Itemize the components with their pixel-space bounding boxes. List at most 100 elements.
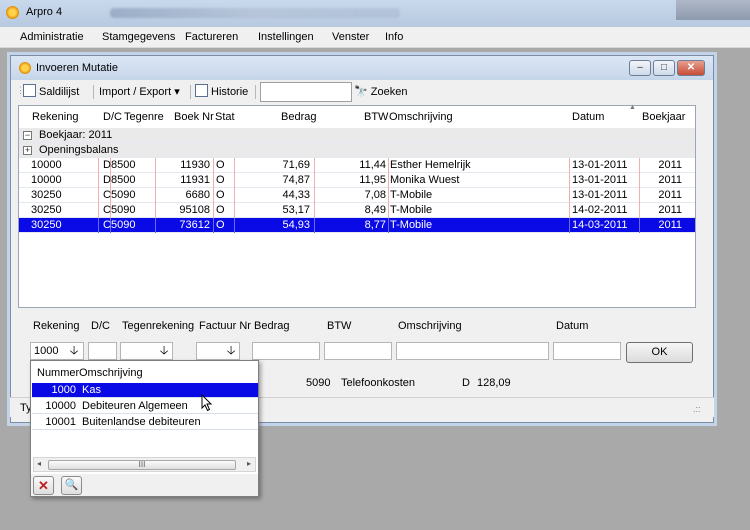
- maximize-button[interactable]: □: [653, 60, 675, 76]
- group-label: Boekjaar: 2011: [39, 129, 113, 141]
- col-bedrag[interactable]: Bedrag: [281, 106, 316, 128]
- menu-venster[interactable]: Venster: [332, 31, 369, 43]
- cell-divider: [98, 173, 99, 188]
- horizontal-scrollbar[interactable]: ◂ III ▸: [33, 457, 256, 472]
- cell-divider: [98, 188, 99, 203]
- cell-btw: 11,44: [359, 159, 386, 171]
- popup-cell-omschrijving: Buitenlandse debiteuren: [82, 416, 201, 428]
- bedrag-field[interactable]: [252, 342, 320, 360]
- cell-btw: 7,08: [364, 189, 386, 201]
- group-row-boekjaar[interactable]: − Boekjaar: 2011: [19, 128, 695, 143]
- info-omschrijving: Telefoonkosten: [341, 377, 415, 389]
- cell-datum: 13-01-2011: [572, 189, 628, 201]
- cell-boeknr: 6680: [185, 189, 210, 201]
- cell-boekjaar: 2011: [658, 189, 682, 201]
- datum-field[interactable]: [553, 342, 621, 360]
- info-dc: D: [462, 377, 470, 389]
- sort-ascending-icon: ▲: [629, 104, 636, 111]
- cell-divider: [314, 203, 315, 218]
- cell-divider: [213, 173, 214, 188]
- saldilijst-button[interactable]: Saldilijst: [23, 83, 79, 101]
- popup-col-nummer[interactable]: Nummer: [37, 367, 79, 379]
- menu-factureren[interactable]: Factureren: [185, 31, 238, 43]
- search-input[interactable]: [260, 82, 352, 102]
- menu-stamgegevens[interactable]: Stamgegevens: [102, 31, 175, 43]
- group-row-openingsbalans[interactable]: + Openingsbalans: [19, 143, 695, 158]
- col-btw[interactable]: BTW: [364, 106, 388, 128]
- expand-icon[interactable]: +: [23, 146, 32, 155]
- mouse-cursor-icon: [201, 394, 213, 412]
- col-tegenre[interactable]: Tegenre: [124, 106, 164, 128]
- historie-button[interactable]: Historie: [195, 83, 248, 101]
- scroll-right-icon[interactable]: ▸: [247, 459, 251, 468]
- popup-button-bar: ✕ 🔍: [31, 474, 258, 496]
- cell-divider: [388, 188, 389, 203]
- cell-divider: [388, 173, 389, 188]
- table-row[interactable]: 10000 D 8500 11930 O 71,69 11,44 Esther Hemelri…: [19, 158, 695, 173]
- table-row[interactable]: 30250 C 5090 95108 O 53,17 8,49 T-Mobile 14-02-2…: [19, 203, 695, 218]
- col-stat[interactable]: Stat: [215, 106, 235, 128]
- cell-divider: [98, 218, 99, 233]
- cell-divider: [234, 218, 235, 233]
- cell-divider: [314, 218, 315, 233]
- ok-button[interactable]: OK: [626, 342, 693, 363]
- factuur-dropdown-icon[interactable]: 🡣: [224, 342, 238, 360]
- col-boekjaar[interactable]: Boekjaar: [642, 106, 685, 128]
- minimize-button[interactable]: –: [629, 60, 651, 76]
- dc-field[interactable]: [88, 342, 117, 360]
- cell-divider: [155, 203, 156, 218]
- resize-grip-icon[interactable]: .::: [693, 404, 701, 414]
- rekening-dropdown-icon[interactable]: 🡣: [67, 342, 81, 360]
- btw-field[interactable]: [324, 342, 392, 360]
- import-export-button[interactable]: Import / Export ▾: [99, 83, 180, 101]
- table-row[interactable]: 10000 D 8500 11931 O 74,87 11,95 Monika Wuest 13…: [19, 173, 695, 188]
- app-caption-buttons[interactable]: [676, 0, 750, 20]
- omschrijving-field[interactable]: [396, 342, 549, 360]
- collapse-icon[interactable]: −: [23, 131, 32, 140]
- cell-stat: O: [216, 159, 225, 171]
- cell-divider: [569, 203, 570, 218]
- table-row[interactable]: 30250 C 5090 6680 O 44,33 7,08 T-Mobile 13-01-20…: [19, 188, 695, 203]
- menu-instellingen[interactable]: Instellingen: [258, 31, 314, 43]
- import-export-label: Import / Export: [99, 86, 172, 98]
- cell-datum: 14-03-2011: [572, 219, 628, 231]
- close-button[interactable]: ✕: [677, 60, 705, 76]
- scrollbar-thumb[interactable]: III: [48, 460, 236, 470]
- popup-list-item[interactable]: 10000 Debiteuren Algemeen: [32, 399, 258, 414]
- binoculars-icon: 🔭: [354, 86, 368, 98]
- cell-divider: [155, 158, 156, 173]
- cell-divider: [155, 173, 156, 188]
- popup-col-omschrijving[interactable]: Omschrijving: [79, 367, 143, 379]
- cell-tegenre: 5090: [111, 189, 136, 201]
- cell-divider: [98, 158, 99, 173]
- cell-rekening: 10000: [31, 159, 62, 171]
- popup-list-item[interactable]: 1000 Kas: [32, 383, 258, 398]
- zoeken-button[interactable]: 🔭 Zoeken: [354, 83, 407, 101]
- window-title: Invoeren Mutatie: [36, 62, 118, 74]
- cell-bedrag: 53,17: [282, 204, 310, 216]
- col-dc[interactable]: D/C: [103, 106, 122, 128]
- menu-bar: Administratie Stamgegevens Factureren In…: [0, 27, 750, 48]
- cell-datum: 14-02-2011: [572, 204, 628, 216]
- col-boeknr[interactable]: Boek Nr: [174, 106, 214, 128]
- cell-boeknr: 11931: [180, 174, 210, 186]
- search-button[interactable]: 🔍: [61, 476, 82, 495]
- menu-administratie[interactable]: Administratie: [20, 31, 84, 43]
- info-tegenrekening: 5090: [306, 377, 331, 389]
- tegenrekening-dropdown-icon[interactable]: 🡣: [157, 342, 171, 360]
- label-factuur-nr: Factuur Nr: [199, 320, 251, 332]
- cell-bedrag: 44,33: [282, 189, 310, 201]
- cell-boekjaar: 2011: [658, 159, 682, 171]
- popup-list-item[interactable]: 10001 Buitenlandse debiteuren: [32, 415, 258, 430]
- history-icon: [195, 84, 208, 97]
- mutaties-grid[interactable]: Rekening D/C Tegenre Boek Nr Stat Bedrag…: [18, 104, 696, 308]
- cell-omschrijving: T-Mobile: [390, 189, 433, 201]
- col-datum[interactable]: Datum: [572, 106, 604, 128]
- menu-info[interactable]: Info: [385, 31, 403, 43]
- table-row[interactable]: 30250 C 5090 73612 O 54,93 8,77 T-Mobile 14-03-2…: [19, 218, 695, 233]
- delete-button[interactable]: ✕: [33, 476, 54, 495]
- scroll-left-icon[interactable]: ◂: [37, 459, 41, 468]
- col-rekening[interactable]: Rekening: [32, 106, 78, 128]
- cell-stat: O: [216, 174, 225, 186]
- col-omschrijving[interactable]: Omschrijving: [389, 106, 453, 128]
